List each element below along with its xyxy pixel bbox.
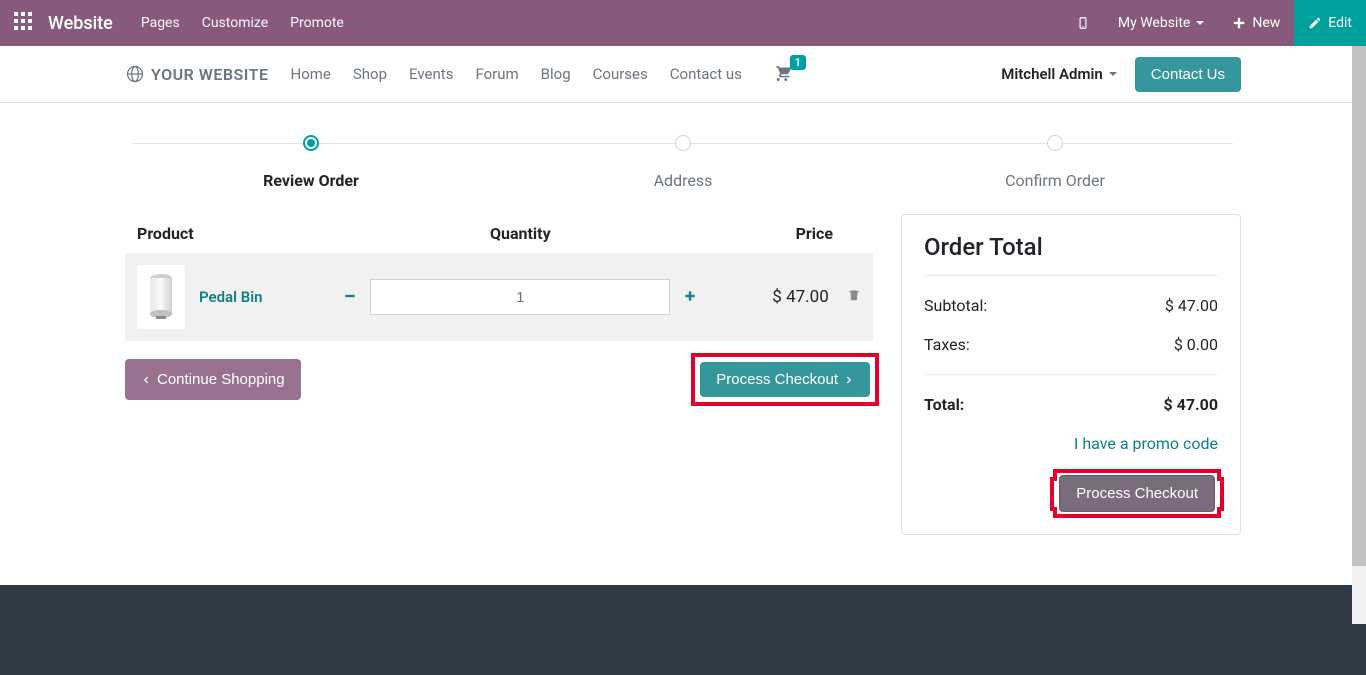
continue-shopping-button[interactable]: Continue Shopping <box>125 359 301 400</box>
quantity-stepper <box>310 279 730 315</box>
col-quantity: Quantity <box>298 214 742 253</box>
site-nav: YOUR WEBSITE Home Shop Events Forum Blog… <box>0 46 1366 103</box>
nav-blog[interactable]: Blog <box>541 65 571 83</box>
scrollbar-thumb[interactable] <box>1352 46 1366 566</box>
step-address[interactable]: Address <box>497 135 869 190</box>
app-brand[interactable]: Website <box>48 13 113 34</box>
cart-link[interactable]: 1 <box>772 63 792 85</box>
top-menu-promote[interactable]: Promote <box>290 15 344 31</box>
promo-code-link[interactable]: I have a promo code <box>1074 434 1218 453</box>
step-dot-icon <box>675 135 691 151</box>
site-logo-text: YOUR WEBSITE <box>151 65 269 84</box>
chevron-down-icon <box>1109 72 1117 76</box>
minus-icon <box>343 289 357 303</box>
qty-decrease-button[interactable] <box>340 287 360 308</box>
nav-events[interactable]: Events <box>409 65 453 83</box>
step-dot-icon <box>1047 135 1063 151</box>
cart-icon <box>772 63 792 81</box>
apps-icon[interactable] <box>14 12 36 34</box>
col-product: Product <box>125 214 298 253</box>
summary-column: Order Total Subtotal: $ 47.00 Taxes: $ 0… <box>901 214 1241 535</box>
edit-label: Edit <box>1328 15 1352 31</box>
qty-increase-button[interactable] <box>680 287 700 308</box>
my-website-dropdown[interactable]: My Website <box>1104 0 1218 46</box>
product-name-link[interactable]: Pedal Bin <box>199 288 263 306</box>
top-menu: Pages Customize Promote <box>141 15 344 31</box>
order-summary: Order Total Subtotal: $ 47.00 Taxes: $ 0… <box>901 214 1241 535</box>
highlight-annotation: Process Checkout <box>697 359 873 400</box>
pencil-icon <box>1308 16 1322 30</box>
total-value: $ 47.00 <box>1163 395 1218 414</box>
user-name: Mitchell Admin <box>1001 65 1103 83</box>
plus-icon <box>1232 16 1246 30</box>
top-menu-customize[interactable]: Customize <box>202 15 268 31</box>
summary-checkout-button[interactable]: Process Checkout <box>1059 475 1215 512</box>
highlight-annotation: Process Checkout <box>1056 483 1218 505</box>
summary-title: Order Total <box>924 233 1218 261</box>
step-label: Review Order <box>125 171 497 190</box>
cart-column: Product Quantity Price <box>125 214 873 400</box>
checkout-steps: Review Order Address Confirm Order <box>125 135 1241 190</box>
total-label: Total: <box>924 395 964 414</box>
chevron-down-icon <box>1196 21 1204 25</box>
nav-home[interactable]: Home <box>291 65 331 83</box>
nav-shop[interactable]: Shop <box>353 65 387 83</box>
step-dot-icon <box>303 135 319 151</box>
cart-table: Product Quantity Price <box>125 214 873 341</box>
cart-actions: Continue Shopping Process Checkout <box>125 359 873 400</box>
plus-icon <box>683 289 697 303</box>
globe-icon <box>125 64 145 84</box>
step-review[interactable]: Review Order <box>125 135 497 190</box>
subtotal-label: Subtotal: <box>924 296 987 315</box>
table-row: Pedal Bin <box>125 253 873 341</box>
divider <box>924 374 1218 375</box>
new-button[interactable]: New <box>1218 0 1294 46</box>
contact-us-button[interactable]: Contact Us <box>1135 57 1241 92</box>
mobile-preview-button[interactable] <box>1062 0 1104 46</box>
chevron-right-icon <box>844 373 854 387</box>
chevron-left-icon <box>141 373 151 387</box>
subtotal-value: $ 47.00 <box>1165 296 1218 315</box>
continue-shopping-label: Continue Shopping <box>157 371 285 388</box>
nav-forum[interactable]: Forum <box>475 65 518 83</box>
divider <box>924 275 1218 276</box>
remove-line-button[interactable] <box>847 287 861 307</box>
top-bar: Website Pages Customize Promote My Websi… <box>0 0 1366 46</box>
qty-input[interactable] <box>370 279 670 315</box>
step-confirm[interactable]: Confirm Order <box>869 135 1241 190</box>
mobile-icon <box>1076 16 1090 30</box>
nav-courses[interactable]: Courses <box>593 65 648 83</box>
top-right: My Website New Edit <box>1062 0 1366 46</box>
line-price: $ 47.00 <box>772 287 828 307</box>
process-checkout-button[interactable]: Process Checkout <box>700 362 870 397</box>
user-dropdown[interactable]: Mitchell Admin <box>1001 65 1117 83</box>
site-logo[interactable]: YOUR WEBSITE <box>125 64 269 84</box>
scrollbar[interactable] <box>1352 46 1366 624</box>
taxes-label: Taxes: <box>924 335 970 354</box>
nav-contact[interactable]: Contact us <box>670 65 742 83</box>
step-label: Address <box>497 171 869 190</box>
page-content: Review Order Address Confirm Order Produ… <box>113 103 1253 575</box>
col-price: Price <box>743 214 873 253</box>
pedal-bin-icon <box>146 272 176 322</box>
trash-icon <box>847 288 861 302</box>
my-website-label: My Website <box>1118 15 1190 31</box>
product-image[interactable] <box>137 265 185 329</box>
taxes-value: $ 0.00 <box>1174 335 1218 354</box>
page-footer <box>0 585 1366 675</box>
site-nav-links: Home Shop Events Forum Blog Courses Cont… <box>291 65 742 83</box>
process-checkout-label: Process Checkout <box>716 371 838 388</box>
top-menu-pages[interactable]: Pages <box>141 15 180 31</box>
edit-button[interactable]: Edit <box>1294 0 1366 46</box>
step-label: Confirm Order <box>869 171 1241 190</box>
cart-count-badge: 1 <box>790 55 806 70</box>
new-label: New <box>1252 15 1280 31</box>
